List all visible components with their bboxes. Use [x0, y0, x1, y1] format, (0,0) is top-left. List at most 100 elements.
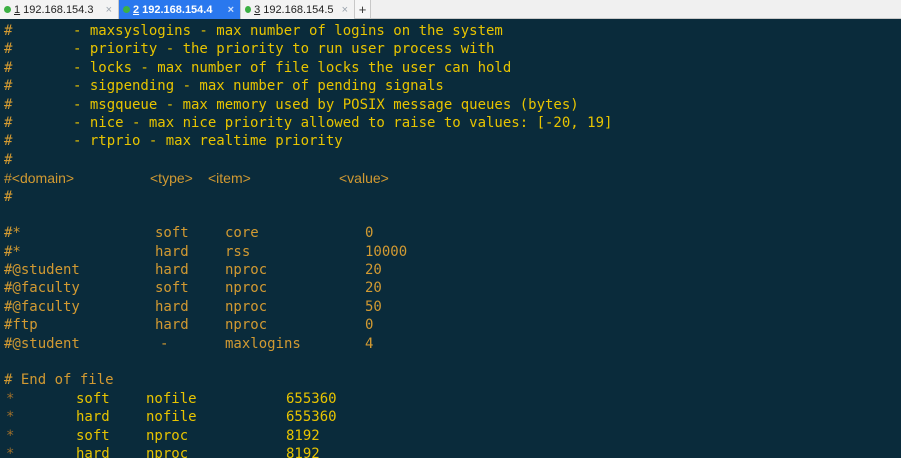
- terminal-line: #: [0, 151, 901, 169]
- terminal-line: # - locks - max number of file locks the…: [0, 59, 901, 77]
- terminal-line: # - sigpending - max number of pending s…: [0, 77, 901, 95]
- row-domain: #@faculty: [4, 280, 80, 297]
- row-value: 10000: [365, 243, 408, 260]
- row-value: 0: [365, 225, 374, 242]
- row-type: soft: [155, 280, 189, 297]
- row-value: 8192: [286, 427, 320, 444]
- session-tab-2[interactable]: 2 192.168.154.4 ×: [119, 0, 241, 19]
- terminal-line: # - msgqueue - max memory used by POSIX …: [0, 96, 901, 114]
- tab-number: 1: [14, 3, 21, 16]
- tab-label: 192.168.154.4: [142, 3, 213, 16]
- header-type: <type>: [150, 170, 193, 187]
- terminal-output[interactable]: # - maxsyslogins - max number of logins …: [0, 20, 901, 458]
- comment-hash: #: [4, 151, 13, 168]
- connected-status-icon: [4, 6, 11, 13]
- row-type: hard: [76, 409, 110, 426]
- row-item: nproc: [225, 317, 268, 334]
- close-tab-icon[interactable]: ×: [98, 4, 118, 16]
- row-domain: *: [6, 427, 15, 444]
- row-item: nproc: [225, 280, 268, 297]
- row-domain: *: [6, 390, 15, 407]
- comment-text: - priority - the priority to run user pr…: [73, 41, 495, 58]
- row-domain: #ftp: [4, 317, 38, 334]
- row-type: soft: [76, 390, 110, 407]
- limits-rule-row: * hard nofile 655360: [0, 408, 901, 426]
- comment-hash: #: [4, 59, 13, 76]
- comment-text: - locks - max number of file locks the u…: [73, 59, 512, 76]
- row-domain: *: [6, 409, 15, 426]
- session-tab-3[interactable]: 3 192.168.154.5 ×: [241, 0, 355, 19]
- row-value: 50: [365, 298, 382, 315]
- row-value: 655360: [286, 390, 337, 407]
- row-value: 8192: [286, 445, 320, 458]
- header-value: <value>: [339, 170, 389, 187]
- row-item: nproc: [225, 262, 268, 279]
- add-tab-button[interactable]: +: [355, 0, 371, 18]
- limits-example-row: #ftp hard nproc 0: [0, 316, 901, 334]
- limits-rule-row: * soft nofile 655360: [0, 390, 901, 408]
- tab-label: 192.168.154.3: [23, 3, 94, 16]
- comment-hash: #: [4, 23, 13, 39]
- row-value: 20: [365, 280, 382, 297]
- row-value: 4: [365, 335, 374, 352]
- tab-bar-empty-area: [371, 0, 901, 18]
- row-domain: #*: [4, 225, 21, 242]
- close-tab-icon[interactable]: ×: [334, 4, 354, 16]
- row-type: hard: [76, 445, 110, 458]
- terminal-line: # - rtprio - max realtime priority: [0, 132, 901, 150]
- header-domain: #<domain>: [4, 170, 75, 187]
- comment-text: - maxsyslogins - max number of logins on…: [73, 23, 503, 39]
- row-type: soft: [155, 225, 189, 242]
- row-item: nproc: [146, 427, 189, 444]
- limits-rule-row: * hard nproc 8192: [0, 445, 901, 458]
- limits-example-row: #@student hard nproc 20: [0, 261, 901, 279]
- header-item: <item>: [208, 170, 251, 187]
- row-item: core: [225, 225, 259, 242]
- tab-number: 3: [254, 3, 261, 16]
- row-type: soft: [76, 427, 110, 444]
- comment-text: - msgqueue - max memory used by POSIX me…: [73, 96, 579, 113]
- comment-hash: #: [4, 114, 13, 131]
- comment-hash: #: [4, 188, 13, 205]
- comment-hash: #: [4, 41, 13, 58]
- row-domain: #@faculty: [4, 298, 80, 315]
- terminal-line: # - nice - max nice priority allowed to …: [0, 114, 901, 132]
- row-value: 0: [365, 317, 374, 334]
- row-item: rss: [225, 243, 251, 260]
- close-tab-icon[interactable]: ×: [220, 4, 240, 16]
- limits-example-row: #* soft core 0: [0, 224, 901, 242]
- comment-text: - rtprio - max realtime priority: [73, 133, 343, 150]
- row-type: hard: [155, 262, 189, 279]
- row-item: nproc: [225, 298, 268, 315]
- session-tab-1[interactable]: 1 192.168.154.3 ×: [0, 0, 119, 19]
- comment-hash: #: [4, 96, 13, 113]
- connected-status-icon: [245, 6, 252, 13]
- row-value: 20: [365, 262, 382, 279]
- limits-example-row: #@student - maxlogins 4: [0, 335, 901, 353]
- end-of-file-comment: # End of file: [4, 372, 114, 389]
- comment-hash: #: [4, 133, 13, 150]
- tab-label: 192.168.154.5: [263, 3, 334, 16]
- session-tab-bar: 1 192.168.154.3 × 2 192.168.154.4 × 3 19…: [0, 0, 901, 19]
- terminal-line: # - maxsyslogins - max number of logins …: [0, 22, 901, 40]
- limits-example-row: #@faculty soft nproc 20: [0, 279, 901, 297]
- row-domain: #@student: [4, 262, 80, 279]
- tab-number: 2: [133, 3, 140, 16]
- terminal-line: # - priority - the priority to run user …: [0, 40, 901, 58]
- comment-text: - sigpending - max number of pending sig…: [73, 78, 444, 95]
- row-type: -: [160, 335, 169, 352]
- row-domain: *: [6, 445, 15, 458]
- limits-example-row: #@faculty hard nproc 50: [0, 298, 901, 316]
- row-type: hard: [155, 317, 189, 334]
- connected-status-icon: [123, 6, 130, 13]
- row-type: hard: [155, 243, 189, 260]
- row-item: maxlogins: [225, 335, 301, 352]
- row-item: nofile: [146, 409, 197, 426]
- limits-example-row: #* hard rss 10000: [0, 243, 901, 261]
- row-value: 655360: [286, 409, 337, 426]
- limits-rule-row: * soft nproc 8192: [0, 427, 901, 445]
- row-item: nproc: [146, 445, 189, 458]
- row-domain: #@student: [4, 335, 80, 352]
